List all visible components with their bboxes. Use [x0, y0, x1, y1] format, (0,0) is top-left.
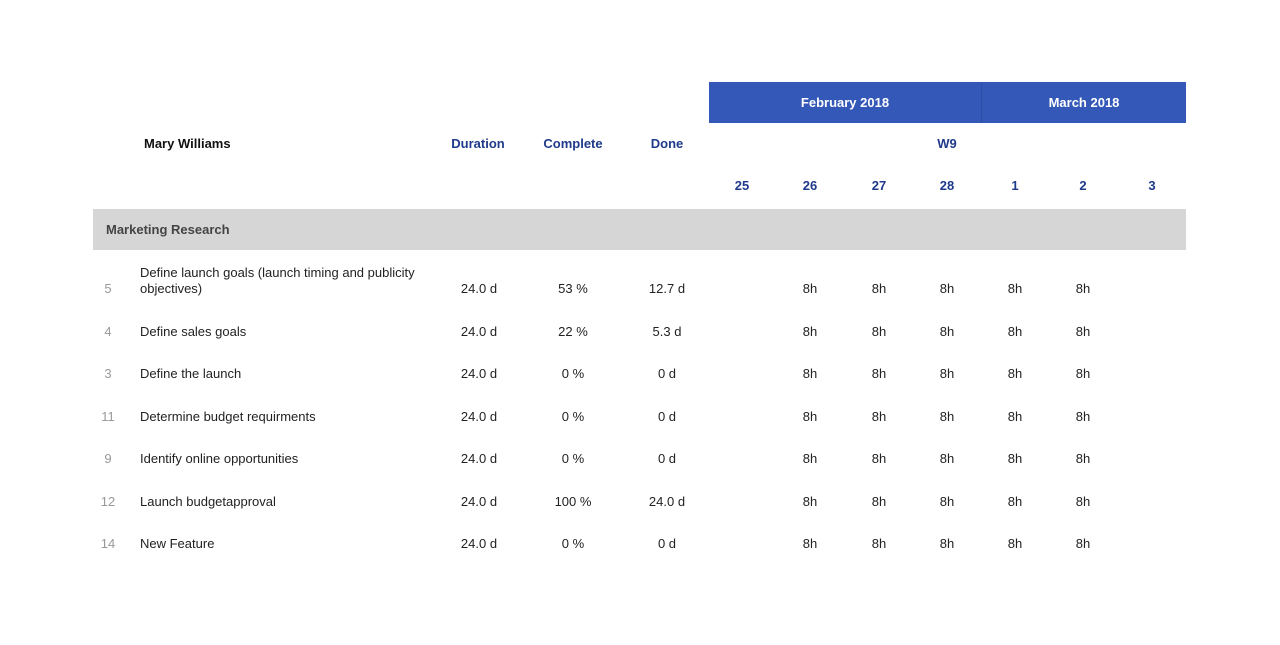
task-complete: 0 % [561, 451, 585, 466]
table-row[interactable]: 3 Define the launch 24.0 d 0 % 0 d 8h 8h 8h 8h 8h [93, 352, 1186, 394]
column-header-complete[interactable]: Complete [533, 136, 613, 151]
work-hours-cell[interactable]: 8h [995, 409, 1035, 424]
work-hours-cell[interactable]: 8h [1063, 451, 1103, 466]
work-hours-cell[interactable]: 8h [1063, 281, 1103, 296]
task-name[interactable]: Define launch goals (launch timing and p… [140, 265, 440, 297]
work-hours-cell[interactable]: 8h [859, 536, 899, 551]
table-row[interactable]: 11 Determine budget requirments 24.0 d 0 % 0… [93, 395, 1186, 437]
resource-owner-name: Mary Williams [144, 136, 231, 151]
task-id: 3 [104, 366, 112, 381]
column-header-done[interactable]: Done [627, 136, 707, 151]
work-hours-cell[interactable]: 8h [859, 494, 899, 509]
task-done: 0 d [657, 451, 677, 466]
work-hours-cell[interactable]: 8h [790, 409, 830, 424]
task-id: 12 [100, 493, 116, 509]
task-complete: 53 % [558, 281, 588, 296]
task-duration: 24.0 d [460, 451, 498, 466]
task-duration: 24.0 d [460, 493, 498, 509]
work-hours-cell[interactable]: 8h [859, 281, 899, 296]
work-hours-cell[interactable]: 8h [790, 366, 830, 381]
task-duration: 24.0 d [460, 323, 498, 339]
task-done: 0 d [657, 536, 677, 551]
work-hours-cell[interactable]: 8h [1063, 536, 1103, 551]
task-complete: 22 % [558, 323, 588, 339]
task-name[interactable]: Determine budget requirments [140, 409, 440, 425]
task-id: 4 [104, 323, 112, 339]
task-id: 11 [101, 408, 115, 424]
work-hours-cell[interactable]: 8h [1063, 324, 1103, 339]
month-header-bar: February 2018 March 2018 [709, 82, 1186, 123]
work-hours-cell[interactable]: 8h [927, 451, 967, 466]
work-hours-cell[interactable]: 8h [790, 451, 830, 466]
work-hours-cell[interactable]: 8h [927, 494, 967, 509]
work-hours-cell[interactable]: 8h [995, 451, 1035, 466]
work-hours-cell[interactable]: 8h [995, 366, 1035, 381]
work-hours-cell[interactable]: 8h [995, 324, 1035, 339]
work-hours-cell[interactable]: 8h [790, 536, 830, 551]
month-march: March 2018 [1048, 95, 1120, 110]
task-id: 5 [104, 281, 112, 296]
work-hours-cell[interactable]: 8h [927, 281, 967, 296]
work-hours-cell[interactable]: 8h [995, 281, 1035, 296]
task-id: 9 [104, 451, 112, 466]
work-hours-cell[interactable]: 8h [927, 366, 967, 381]
work-hours-cell[interactable]: 8h [995, 494, 1035, 509]
table-row[interactable]: 12 Launch budgetapproval 24.0 d 100 % 24.0 d… [93, 480, 1186, 522]
task-duration: 24.0 d [460, 536, 498, 551]
task-name[interactable]: Define sales goals [140, 324, 440, 340]
work-hours-cell[interactable]: 8h [927, 409, 967, 424]
task-done: 5.3 d [652, 323, 682, 339]
table-row[interactable]: 14 New Feature 24.0 d 0 % 0 d 8h 8h 8h 8h 8h [93, 522, 1186, 564]
task-duration: 24.0 d [460, 408, 498, 424]
work-hours-cell[interactable]: 8h [790, 324, 830, 339]
task-id: 14 [100, 536, 116, 551]
table-row[interactable]: 5 Define launch goals (launch timing and … [93, 265, 1186, 309]
day-header: 28 [939, 178, 955, 193]
task-complete: 100 % [554, 493, 592, 509]
task-duration: 24.0 d [460, 281, 498, 296]
week-label: W9 [937, 136, 957, 151]
task-complete: 0 % [561, 366, 585, 381]
task-name[interactable]: New Feature [140, 536, 440, 552]
day-header: 1 [1011, 178, 1019, 193]
work-hours-cell[interactable]: 8h [995, 536, 1035, 551]
day-header: 3 [1148, 178, 1156, 193]
work-hours-cell[interactable]: 8h [1063, 494, 1103, 509]
task-name[interactable]: Launch budgetapproval [140, 494, 440, 510]
work-hours-cell[interactable]: 8h [1063, 366, 1103, 381]
work-hours-cell[interactable]: 8h [927, 536, 967, 551]
day-header: 27 [871, 178, 887, 193]
task-done: 24.0 d [648, 493, 686, 509]
month-february: February 2018 [709, 82, 982, 123]
day-header: 26 [802, 178, 818, 193]
task-complete: 0 % [561, 408, 585, 424]
day-header: 2 [1079, 178, 1087, 193]
group-row[interactable]: Marketing Research [93, 209, 1186, 250]
task-done: 0 d [657, 366, 677, 381]
day-header: 25 [734, 178, 750, 193]
task-complete: 0 % [561, 536, 585, 551]
work-hours-cell[interactable]: 8h [859, 451, 899, 466]
task-name[interactable]: Identify online opportunities [140, 451, 440, 467]
task-done: 0 d [657, 408, 677, 424]
table-row[interactable]: 9 Identify online opportunities 24.0 d 0 % 0… [93, 437, 1186, 479]
work-hours-cell[interactable]: 8h [790, 281, 830, 296]
task-done: 12.7 d [648, 281, 686, 296]
work-hours-cell[interactable]: 8h [859, 409, 899, 424]
task-duration: 24.0 d [460, 366, 498, 381]
work-hours-cell[interactable]: 8h [859, 324, 899, 339]
table-row[interactable]: 4 Define sales goals 24.0 d 22 % 5.3 d 8h 8h 8h… [93, 310, 1186, 352]
group-label: Marketing Research [106, 222, 230, 237]
column-header-duration[interactable]: Duration [438, 136, 518, 151]
work-hours-cell[interactable]: 8h [1063, 409, 1103, 424]
task-name[interactable]: Define the launch [140, 366, 440, 382]
work-hours-cell[interactable]: 8h [859, 366, 899, 381]
work-hours-cell[interactable]: 8h [790, 494, 830, 509]
work-hours-cell[interactable]: 8h [927, 324, 967, 339]
